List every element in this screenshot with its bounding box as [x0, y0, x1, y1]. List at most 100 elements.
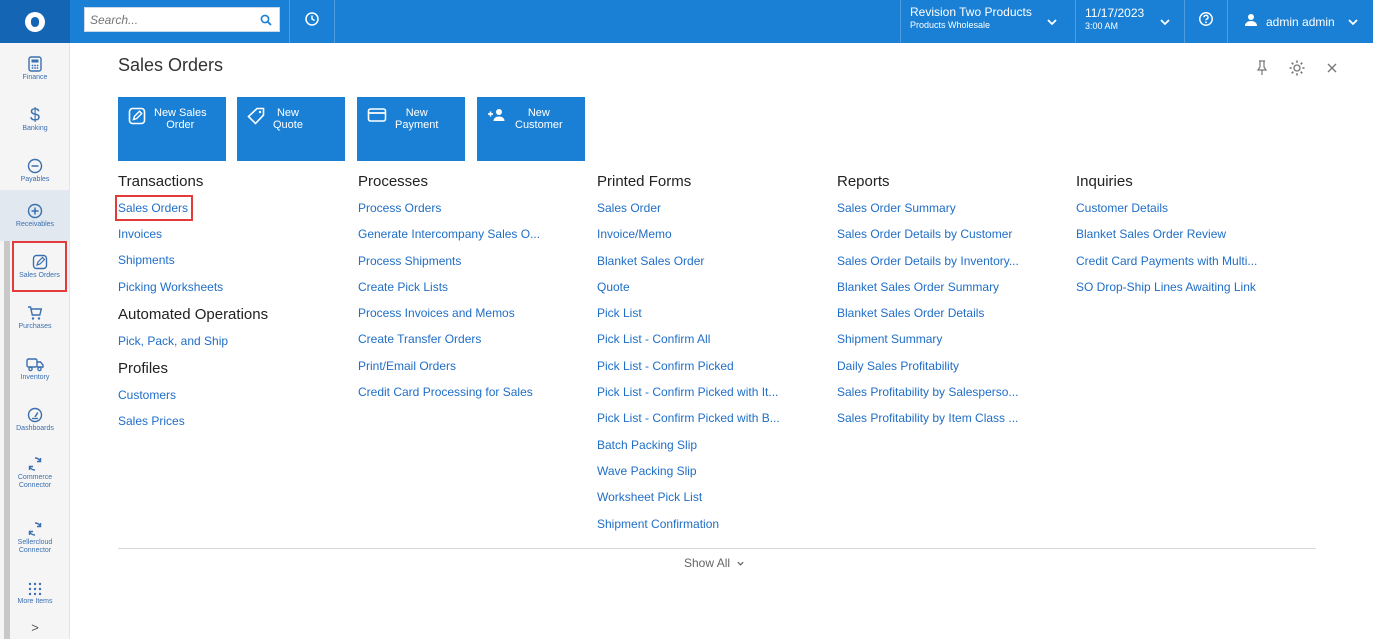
help-icon [1198, 11, 1214, 32]
acumatica-logo[interactable] [0, 0, 70, 43]
sidebar-item-more-items[interactable]: More Items [0, 568, 70, 619]
new-sales-order-tile[interactable]: New Sales Order [118, 97, 226, 161]
link-so-details-by-customer[interactable]: Sales Order Details by Customer [837, 221, 1057, 247]
link-create-transfer-orders[interactable]: Create Transfer Orders [358, 326, 578, 352]
link-create-pick-lists[interactable]: Create Pick Lists [358, 274, 578, 300]
show-all-button[interactable]: Show All [684, 556, 745, 570]
link-cc-payments-multi[interactable]: Credit Card Payments with Multi... [1076, 248, 1316, 274]
link-profitability-by-salesperson[interactable]: Sales Profitability by Salesperso... [837, 379, 1057, 405]
chevron-down-icon[interactable] [1159, 16, 1171, 28]
link-shipments[interactable]: Shipments [118, 247, 338, 273]
user-icon [1244, 13, 1258, 30]
separator [1227, 0, 1228, 43]
link-print-email-orders[interactable]: Print/Email Orders [358, 353, 578, 379]
new-quote-tile[interactable]: New Quote [237, 97, 345, 161]
sidebar-item-purchases[interactable]: Purchases [0, 292, 70, 343]
transactions-column: Transactions Sales Orders Invoices Shipm… [114, 173, 338, 435]
sidebar-item-payables[interactable]: Payables [0, 145, 70, 196]
chevron-down-icon[interactable] [1046, 16, 1058, 28]
link-generate-intercompany-sales[interactable]: Generate Intercompany Sales O... [358, 221, 578, 247]
sidebar-item-dashboards[interactable]: Dashboards [0, 394, 70, 445]
link-worksheet-pick-list[interactable]: Worksheet Pick List [597, 484, 817, 510]
link-customers[interactable]: Customers [118, 382, 338, 408]
sync-icon [28, 457, 42, 471]
sidebar: Finance $ Banking Payables Receivables S… [0, 43, 70, 639]
section-heading: Inquiries [1076, 173, 1133, 190]
link-picking-worksheets[interactable]: Picking Worksheets [118, 274, 338, 300]
sidebar-item-label: Receivables [15, 221, 55, 228]
gear-icon[interactable] [1288, 59, 1306, 77]
truck-icon [26, 358, 44, 372]
tile-label: New Quote [273, 107, 303, 131]
link-shipment-summary[interactable]: Shipment Summary [837, 326, 1057, 352]
recent-history-button[interactable] [289, 0, 335, 43]
link-pick-list-confirm-picked-item[interactable]: Pick List - Confirm Picked with It... [597, 379, 817, 405]
link-quote[interactable]: Quote [597, 274, 817, 300]
sidebar-expand-button[interactable]: > [0, 617, 70, 637]
search-input[interactable] [85, 8, 255, 31]
link-drop-ship-lines[interactable]: SO Drop-Ship Lines Awaiting Link [1076, 274, 1316, 300]
sidebar-item-sales-orders[interactable]: Sales Orders [12, 241, 67, 292]
user-menu[interactable]: admin admin [1236, 0, 1373, 43]
link-batch-packing-slip[interactable]: Batch Packing Slip [597, 432, 817, 458]
sidebar-item-label: Banking [22, 125, 48, 132]
link-wave-packing-slip[interactable]: Wave Packing Slip [597, 458, 817, 484]
show-all-label: Show All [684, 556, 731, 570]
reports-column: Reports Sales Order Summary Sales Order … [837, 173, 1057, 432]
sidebar-item-receivables[interactable]: Receivables [0, 190, 70, 241]
link-pick-pack-ship[interactable]: Pick, Pack, and Ship [118, 328, 338, 354]
link-sales-order-form[interactable]: Sales Order [597, 195, 817, 221]
link-shipment-confirmation[interactable]: Shipment Confirmation [597, 511, 817, 537]
sidebar-item-label: Finance [22, 74, 48, 81]
sidebar-item-inventory[interactable]: Inventory [0, 343, 70, 394]
link-credit-card-processing[interactable]: Credit Card Processing for Sales [358, 379, 578, 405]
tile-label: New Payment [395, 107, 439, 131]
section-heading: Reports [837, 173, 890, 190]
pencil-icon [128, 107, 146, 125]
link-customer-details[interactable]: Customer Details [1076, 195, 1316, 221]
link-process-invoices-memos[interactable]: Process Invoices and Memos [358, 300, 578, 326]
sidebar-item-sellercloud-connector[interactable]: Sellercloud Connector [0, 510, 70, 566]
sidebar-item-commerce-connector[interactable]: Commerce Connector [0, 445, 70, 501]
link-pick-list-confirm-picked-batch[interactable]: Pick List - Confirm Picked with B... [597, 405, 817, 431]
link-pick-list-confirm-all[interactable]: Pick List - Confirm All [597, 326, 817, 352]
link-blanket-so-review[interactable]: Blanket Sales Order Review [1076, 221, 1316, 247]
link-sales-orders[interactable]: Sales Orders [114, 195, 194, 221]
link-sales-prices[interactable]: Sales Prices [118, 408, 338, 434]
grid-icon [28, 582, 42, 596]
pin-icon[interactable] [1256, 60, 1268, 76]
user-name: admin admin [1266, 14, 1335, 29]
sidebar-item-label: Sellercloud Connector [17, 539, 53, 554]
link-process-shipments[interactable]: Process Shipments [358, 248, 578, 274]
page-tools [1256, 58, 1356, 78]
link-daily-sales-profitability[interactable]: Daily Sales Profitability [837, 353, 1057, 379]
sidebar-item-banking[interactable]: $ Banking [0, 94, 70, 145]
link-pick-list[interactable]: Pick List [597, 300, 817, 326]
link-invoices[interactable]: Invoices [118, 221, 338, 247]
gauge-icon [27, 407, 43, 423]
processes-column: Processes Process Orders Generate Interc… [358, 173, 578, 405]
card-icon [367, 108, 387, 122]
link-blanket-so-summary[interactable]: Blanket Sales Order Summary [837, 274, 1057, 300]
link-so-details-by-inventory[interactable]: Sales Order Details by Inventory... [837, 248, 1057, 274]
link-pick-list-confirm-picked[interactable]: Pick List - Confirm Picked [597, 353, 817, 379]
sidebar-item-finance[interactable]: Finance [0, 43, 70, 94]
link-process-orders[interactable]: Process Orders [358, 195, 578, 221]
search-icon[interactable] [255, 14, 277, 26]
search-box[interactable] [84, 7, 280, 32]
link-sales-order-summary[interactable]: Sales Order Summary [837, 195, 1057, 221]
new-payment-tile[interactable]: New Payment [357, 97, 465, 161]
divider [118, 548, 1316, 549]
help-button[interactable] [1186, 0, 1226, 43]
close-icon[interactable] [1326, 62, 1338, 74]
new-customer-tile[interactable]: New Customer [477, 97, 585, 161]
tile-label: New Sales Order [154, 107, 207, 131]
link-blanket-sales-order[interactable]: Blanket Sales Order [597, 248, 817, 274]
chevron-down-icon [737, 561, 744, 566]
link-invoice-memo[interactable]: Invoice/Memo [597, 221, 817, 247]
link-blanket-so-details[interactable]: Blanket Sales Order Details [837, 300, 1057, 326]
sidebar-item-label: Dashboards [16, 425, 54, 432]
link-profitability-by-item-class[interactable]: Sales Profitability by Item Class ... [837, 405, 1057, 431]
chevron-down-icon [1348, 18, 1358, 25]
section-heading: Transactions [118, 173, 204, 190]
